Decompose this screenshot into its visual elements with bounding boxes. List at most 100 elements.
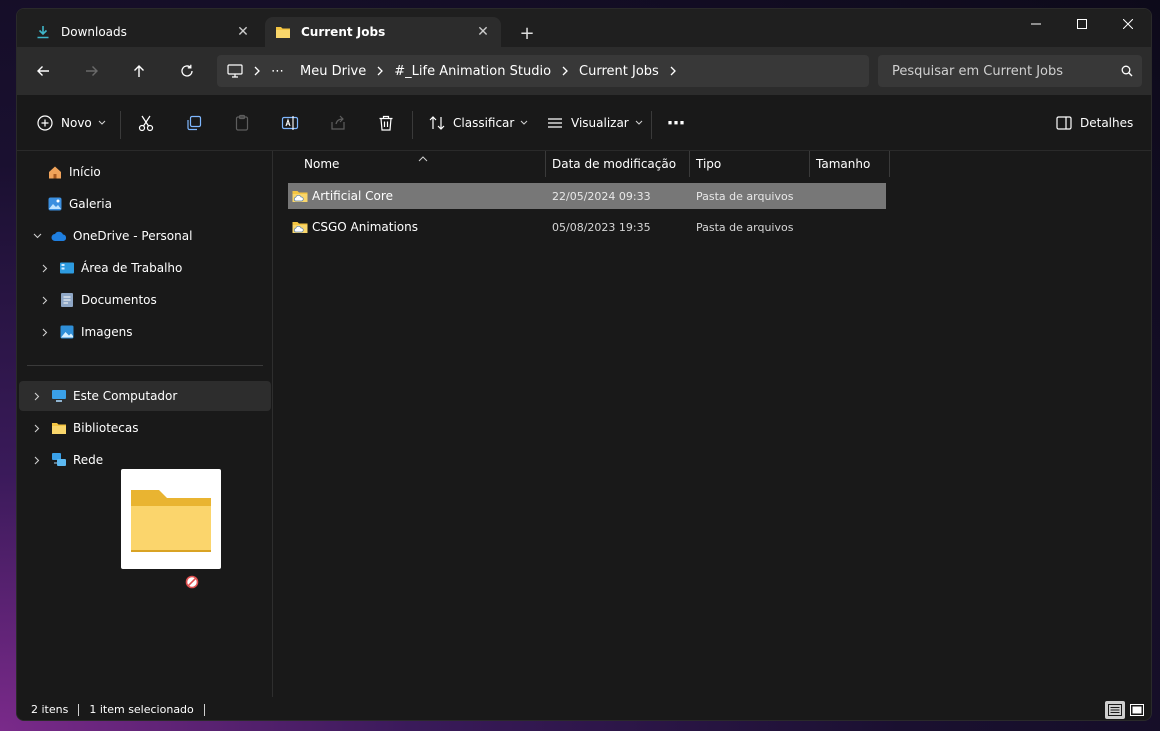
paste-button[interactable] — [233, 109, 251, 137]
sidebar-item-galeria[interactable]: Galeria — [19, 189, 271, 219]
sidebar-item-area-de-trabalho[interactable]: Área de Trabalho — [19, 253, 271, 283]
column-divider[interactable] — [809, 151, 810, 177]
home-icon — [47, 164, 63, 180]
download-icon — [35, 24, 51, 40]
refresh-icon — [181, 64, 193, 77]
search-icon[interactable] — [1112, 65, 1142, 77]
sidebar-divider — [27, 365, 263, 366]
network-icon — [51, 452, 67, 468]
rename-button[interactable] — [281, 109, 299, 137]
new-tab-button[interactable]: + — [517, 23, 537, 44]
file-row-artificial-core[interactable]: Artificial Core 22/05/2024 09:33 Pasta d… — [288, 183, 886, 209]
file-row-csgo-animations[interactable]: CSGO Animations 05/08/2023 19:35 Pasta d… — [288, 214, 886, 240]
chevron-down-icon[interactable] — [29, 233, 45, 239]
chevron-down-icon — [520, 120, 528, 126]
trash-icon — [379, 115, 393, 131]
chevron-right-icon[interactable] — [376, 66, 384, 76]
breadcrumb-more[interactable]: ⋯ — [271, 64, 284, 79]
address-bar[interactable]: ⋯ Meu Drive #_Life Animation Studio Curr… — [217, 55, 869, 87]
share-button[interactable] — [329, 109, 347, 137]
list-view-icon — [548, 118, 562, 128]
arrow-right-icon — [86, 66, 98, 76]
breadcrumb-life-animation-studio[interactable]: #_Life Animation Studio — [394, 64, 551, 79]
column-header-size[interactable]: Tamanho — [816, 151, 870, 177]
cut-button[interactable] — [137, 109, 155, 137]
breadcrumb-current-jobs[interactable]: Current Jobs — [579, 64, 659, 79]
minimize-button[interactable] — [1013, 9, 1059, 39]
large-folder-icon — [131, 490, 211, 552]
drag-preview — [121, 469, 221, 569]
tab-label: Downloads — [61, 25, 127, 39]
chevron-down-icon — [98, 120, 106, 126]
chevron-right-icon[interactable] — [29, 456, 45, 465]
breadcrumb-meu-drive[interactable]: Meu Drive — [300, 64, 366, 79]
status-divider — [203, 703, 205, 716]
window-controls — [1013, 9, 1151, 39]
column-divider[interactable] — [689, 151, 690, 177]
up-button[interactable] — [127, 59, 151, 83]
sidebar-item-imagens[interactable]: Imagens — [19, 317, 271, 347]
share-icon — [331, 115, 345, 130]
column-header-type[interactable]: Tipo — [696, 151, 721, 177]
sidebar-item-bibliotecas[interactable]: Bibliotecas — [19, 413, 271, 443]
large-icons-view-icon — [1130, 704, 1144, 716]
search-box[interactable] — [878, 55, 1142, 87]
forward-button[interactable] — [80, 59, 104, 83]
chevron-right-icon[interactable] — [561, 66, 569, 76]
sort-button[interactable]: Classificar — [429, 109, 528, 137]
chevron-right-icon[interactable] — [29, 424, 45, 433]
refresh-button[interactable] — [175, 59, 199, 83]
maximize-button[interactable] — [1059, 9, 1105, 39]
close-icon[interactable]: ✕ — [235, 24, 251, 40]
details-pane-icon — [1056, 116, 1072, 130]
details-button[interactable]: Detalhes — [1056, 109, 1133, 137]
file-date: 22/05/2024 09:33 — [552, 189, 651, 203]
sidebar-item-inicio[interactable]: Início — [19, 157, 271, 187]
documents-icon — [59, 292, 75, 308]
close-icon[interactable]: ✕ — [475, 24, 491, 40]
large-icons-view-button[interactable] — [1127, 701, 1147, 719]
delete-button[interactable] — [377, 109, 395, 137]
column-divider[interactable] — [889, 151, 890, 177]
tab-strip: Downloads ✕ Current Jobs ✕ + — [17, 9, 1151, 47]
chevron-right-icon[interactable] — [669, 66, 677, 76]
toolbar-divider — [651, 111, 652, 139]
column-divider[interactable] — [545, 151, 546, 177]
view-button[interactable]: Visualizar — [547, 109, 643, 137]
sidebar-item-documentos[interactable]: Documentos — [19, 285, 271, 315]
chevron-right-icon[interactable] — [253, 66, 261, 76]
chevron-right-icon[interactable] — [37, 328, 53, 337]
chevron-right-icon[interactable] — [29, 392, 45, 401]
sidebar-item-onedrive[interactable]: OneDrive - Personal — [19, 221, 271, 251]
view-label: Visualizar — [571, 116, 629, 130]
pictures-icon — [59, 324, 75, 340]
copy-button[interactable] — [185, 109, 203, 137]
details-view-button[interactable] — [1105, 701, 1125, 719]
tab-downloads[interactable]: Downloads ✕ — [25, 17, 261, 47]
arrow-left-icon — [37, 66, 49, 76]
selection-count: 1 item selecionado — [89, 703, 194, 716]
folder-icon — [275, 24, 291, 40]
new-button[interactable]: Novo — [37, 109, 106, 137]
search-input[interactable] — [892, 63, 1112, 79]
desktop-icon — [59, 260, 75, 276]
monitor-icon[interactable] — [227, 64, 243, 78]
navigation-bar: ⋯ Meu Drive #_Life Animation Studio Curr… — [17, 47, 1151, 95]
rename-icon — [281, 116, 299, 130]
chevron-right-icon[interactable] — [37, 264, 53, 273]
back-button[interactable] — [31, 59, 55, 83]
navigation-pane: Início Galeria OneDrive - Personal Área … — [17, 151, 273, 697]
arrow-up-icon — [134, 65, 144, 77]
file-name: Artificial Core — [312, 189, 393, 203]
more-options-button[interactable]: ⋯ — [667, 109, 685, 137]
column-header-name[interactable]: Nome — [304, 151, 339, 177]
sidebar-item-este-computador[interactable]: Este Computador — [19, 381, 271, 411]
close-window-button[interactable] — [1105, 9, 1151, 39]
column-header-date[interactable]: Data de modificação — [552, 151, 676, 177]
chevron-right-icon[interactable] — [37, 296, 53, 305]
no-drop-icon — [185, 575, 199, 589]
onedrive-icon — [51, 228, 67, 244]
tab-current-jobs[interactable]: Current Jobs ✕ — [265, 17, 501, 47]
file-type: Pasta de arquivos — [696, 220, 794, 234]
file-date: 05/08/2023 19:35 — [552, 220, 651, 234]
